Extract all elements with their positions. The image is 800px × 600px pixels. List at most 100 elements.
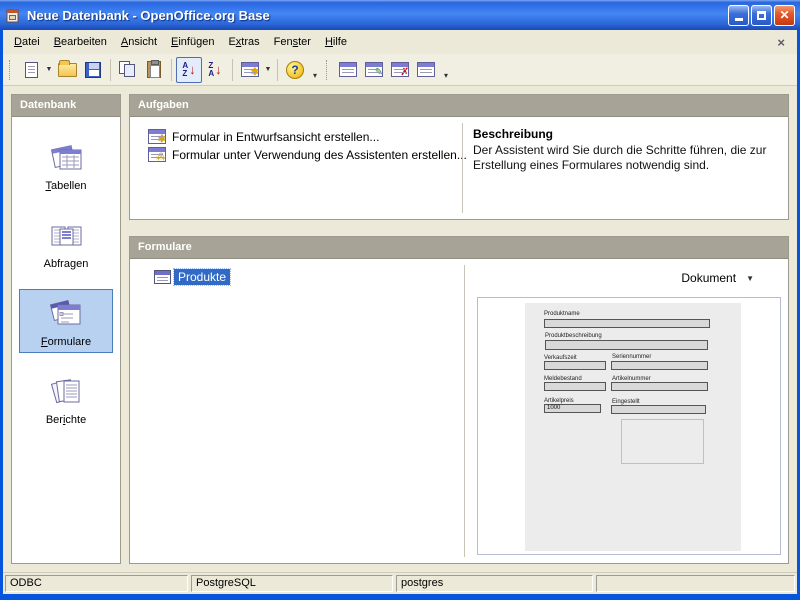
form-rename-icon bbox=[417, 62, 435, 77]
preview-field bbox=[544, 319, 710, 328]
save-button[interactable] bbox=[80, 57, 106, 83]
paste-button[interactable] bbox=[141, 57, 167, 83]
content-area: Datenbank Tabellen bbox=[3, 86, 797, 572]
preview-field bbox=[544, 361, 606, 370]
tables-icon bbox=[49, 142, 83, 174]
status-database-name: postgres bbox=[396, 575, 593, 592]
app-icon bbox=[5, 7, 22, 24]
toolbar-overflow-button[interactable]: ▾ bbox=[439, 57, 453, 83]
close-button[interactable]: ✕ bbox=[774, 5, 795, 26]
preview-groupbox bbox=[621, 419, 704, 464]
window-title: Neue Datenbank - OpenOffice.org Base bbox=[27, 8, 726, 23]
maximize-icon bbox=[757, 11, 766, 20]
forms-body: Produkte Dokument ▼ Produktname bbox=[130, 259, 788, 563]
status-database-driver: PostgreSQL bbox=[191, 575, 393, 592]
main-area: Aufgaben ✱ Formular in Entwurfsansicht e… bbox=[129, 94, 789, 564]
sidebar-item-formulare[interactable]: Formulare bbox=[19, 289, 113, 353]
preview-label: Seriennummer bbox=[612, 354, 651, 360]
maximize-button[interactable] bbox=[751, 5, 772, 26]
help-icon: ? bbox=[286, 61, 304, 79]
tasks-header: Aufgaben bbox=[130, 95, 788, 117]
toolbar-separator bbox=[171, 59, 172, 81]
form-open-button[interactable] bbox=[335, 57, 361, 83]
task-list: ✱ Formular in Entwurfsansicht erstellen.… bbox=[130, 117, 462, 219]
minimize-button[interactable] bbox=[728, 5, 749, 26]
status-bar: ODBC PostgreSQL postgres bbox=[3, 572, 797, 594]
sidebar-header: Datenbank bbox=[12, 95, 120, 117]
form-edit-icon: ✎ bbox=[365, 62, 383, 77]
tasks-body: ✱ Formular in Entwurfsansicht erstellen.… bbox=[130, 117, 788, 219]
task-create-with-wizard[interactable]: ⁂ Formular unter Verwendung des Assisten… bbox=[148, 147, 462, 162]
new-form-design-icon: ✱ bbox=[241, 62, 259, 77]
form-icon bbox=[154, 270, 171, 284]
toolbar-overflow-button[interactable]: ▾ bbox=[308, 57, 322, 83]
minimize-icon bbox=[735, 18, 743, 21]
sort-descending-button[interactable]: ZA ↓ bbox=[202, 57, 228, 83]
preview-label: Produktname bbox=[544, 311, 580, 317]
application-window: Neue Datenbank - OpenOffice.org Base ✕ D… bbox=[0, 0, 800, 600]
new-form-design-dropdown[interactable]: ▼ bbox=[263, 57, 273, 83]
sort-ascending-button[interactable]: AZ ↓ bbox=[176, 57, 202, 83]
new-document-dropdown[interactable]: ▼ bbox=[44, 57, 54, 83]
sidebar-item-tabellen[interactable]: Tabellen bbox=[19, 133, 113, 197]
menu-datei[interactable]: Datei bbox=[7, 33, 47, 51]
toolbar: ▼ AZ ↓ ZA ↓ ✱ ▼ ? ▾ bbox=[3, 54, 797, 86]
queries-icon bbox=[49, 220, 83, 252]
close-icon: ✕ bbox=[779, 8, 789, 22]
form-rename-button[interactable] bbox=[413, 57, 439, 83]
copy-icon bbox=[119, 61, 137, 78]
save-icon bbox=[85, 62, 101, 78]
preview-field bbox=[611, 382, 708, 391]
database-sidebar: Datenbank Tabellen bbox=[11, 94, 121, 564]
new-form-design-button[interactable]: ✱ bbox=[237, 57, 263, 83]
preview-label: Produktbeschreibung bbox=[545, 333, 602, 339]
document-dropdown[interactable]: Dokument ▼ bbox=[681, 271, 754, 285]
preview-field bbox=[545, 340, 708, 350]
open-icon bbox=[58, 63, 77, 77]
menu-bearbeiten[interactable]: Bearbeiten bbox=[47, 33, 114, 51]
form-list: Produkte bbox=[130, 259, 464, 563]
help-button[interactable]: ? bbox=[282, 57, 308, 83]
menu-extras[interactable]: Extras bbox=[221, 33, 266, 51]
menu-hilfe[interactable]: Hilfe bbox=[318, 33, 354, 51]
form-open-icon bbox=[339, 62, 357, 77]
new-document-icon bbox=[25, 62, 38, 78]
forms-section: Formulare Produkte Dokument ▼ bbox=[129, 236, 789, 564]
toolbar-grip[interactable] bbox=[9, 60, 14, 80]
description-panel: Beschreibung Der Assistent wird Sie durc… bbox=[463, 117, 788, 219]
form-delete-button[interactable]: ✗ bbox=[387, 57, 413, 83]
toolbar-separator bbox=[110, 59, 111, 81]
task-create-design-view[interactable]: ✱ Formular in Entwurfsansicht erstellen.… bbox=[148, 129, 462, 144]
status-empty bbox=[596, 575, 795, 592]
description-title: Beschreibung bbox=[473, 127, 778, 141]
preview-field bbox=[611, 405, 706, 414]
title-bar: Neue Datenbank - OpenOffice.org Base ✕ bbox=[0, 0, 800, 30]
sidebar-item-abfragen[interactable]: Abfragen bbox=[19, 211, 113, 275]
form-preview: Produktname Produktbeschreibung Verkaufs… bbox=[477, 297, 781, 555]
open-button[interactable] bbox=[54, 57, 80, 83]
forms-header: Formulare bbox=[130, 237, 788, 259]
menu-einfuegen[interactable]: Einfügen bbox=[164, 33, 221, 51]
sort-descending-icon: ZA bbox=[208, 62, 214, 78]
menu-bar: Datei Bearbeiten Ansicht Einfügen Extras… bbox=[3, 30, 797, 54]
preview-field: 1000 bbox=[544, 404, 601, 413]
preview-field bbox=[611, 361, 708, 370]
form-preview-page: Produktname Produktbeschreibung Verkaufs… bbox=[525, 303, 741, 551]
toolbar-grip[interactable] bbox=[326, 60, 331, 80]
reports-icon bbox=[49, 376, 83, 408]
sort-ascending-icon: AZ bbox=[182, 62, 188, 78]
form-item-produkte[interactable]: Produkte bbox=[154, 269, 230, 285]
copy-button[interactable] bbox=[115, 57, 141, 83]
sidebar-item-berichte[interactable]: Berichte bbox=[19, 367, 113, 431]
menu-ansicht[interactable]: Ansicht bbox=[114, 33, 164, 51]
form-edit-button[interactable]: ✎ bbox=[361, 57, 387, 83]
menu-fenster[interactable]: Fenster bbox=[267, 33, 318, 51]
forms-icon bbox=[49, 298, 83, 330]
new-document-button[interactable] bbox=[18, 57, 44, 83]
description-text: Der Assistent wird Sie durch die Schritt… bbox=[473, 143, 778, 173]
form-design-icon: ✱ bbox=[148, 129, 166, 144]
paste-icon bbox=[147, 61, 161, 78]
document-close-icon[interactable]: × bbox=[769, 35, 793, 50]
chevron-down-icon: ▼ bbox=[746, 274, 754, 283]
sidebar-items: Tabellen Abfragen bbox=[12, 117, 120, 445]
